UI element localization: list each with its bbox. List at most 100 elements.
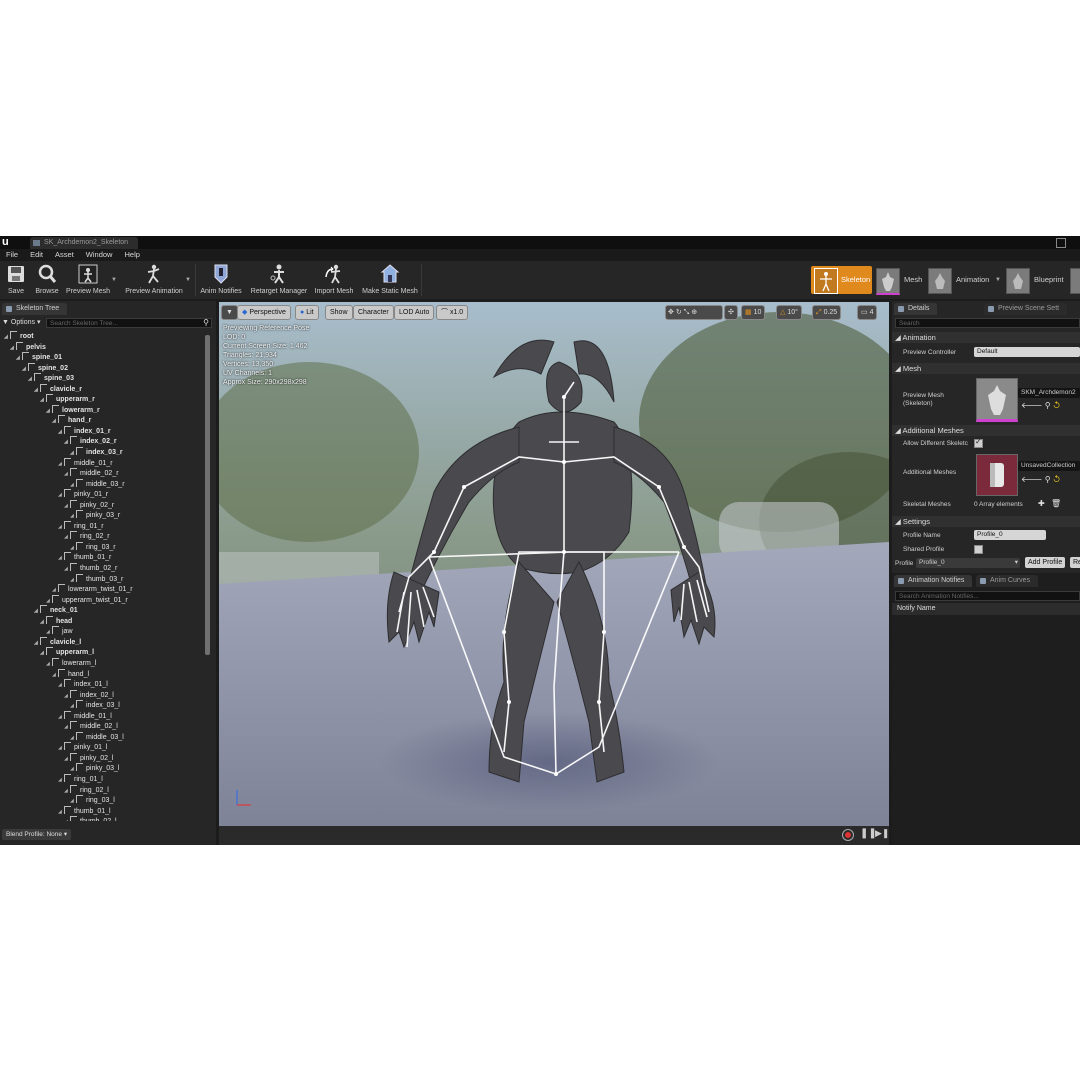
- tree-bone-row[interactable]: ◢ head: [0, 615, 204, 627]
- world-space-icon[interactable]: ⊕: [691, 309, 697, 316]
- preview-animation-dropdown-icon[interactable]: ▼: [185, 277, 191, 283]
- use-selected-arrow-icon[interactable]: 🡐: [1021, 401, 1042, 410]
- tree-bone-row[interactable]: ◢ thumb_01_r: [0, 552, 204, 563]
- make-static-mesh-button[interactable]: Make Static Mesh: [360, 261, 420, 299]
- anim-notifies-button[interactable]: Anim Notifies: [199, 261, 243, 299]
- tree-bone-row[interactable]: ◢ ring_02_r: [0, 531, 204, 542]
- viewport[interactable]: ▼ ◆ Perspective ● Lit Show Character LOD…: [219, 302, 889, 826]
- mode-blueprint-button[interactable]: Blueprint: [1004, 266, 1080, 294]
- tree-bone-row[interactable]: ◢ thumb_01_l: [0, 805, 204, 817]
- playback-speed-button[interactable]: ⌒ x1.0: [436, 305, 469, 320]
- tree-bone-row[interactable]: ◢ index_03_r: [0, 447, 204, 458]
- tree-bone-row[interactable]: ◢ index_03_l: [0, 700, 204, 711]
- surface-snap-button[interactable]: ✣: [724, 305, 738, 320]
- character-button[interactable]: Character: [353, 305, 394, 320]
- tab-skeleton-tree[interactable]: Skeleton Tree: [2, 303, 68, 315]
- section-settings[interactable]: ◢ Settings: [892, 516, 1080, 527]
- allow-different-skeletons-checkbox[interactable]: ✓: [974, 437, 983, 448]
- use-selected-arrow-icon[interactable]: 🡐: [1021, 475, 1042, 484]
- additional-meshes-thumbnail[interactable]: [976, 454, 1018, 496]
- menu-window[interactable]: Window: [80, 249, 119, 261]
- tree-bone-row[interactable]: ◢ upperarm_twist_01_r: [0, 594, 204, 606]
- section-mesh[interactable]: ◢ Mesh: [892, 363, 1080, 374]
- tree-bone-row[interactable]: ◢ pinky_02_l: [0, 752, 204, 764]
- tree-bone-row[interactable]: ◢ neck_01: [0, 605, 204, 616]
- menu-file[interactable]: File: [0, 249, 24, 261]
- tree-bone-row[interactable]: ◢ index_02_r: [0, 436, 204, 447]
- options-dropdown[interactable]: ▼ Options ▾: [2, 317, 40, 328]
- mode-skeleton-button[interactable]: Skeleton: [811, 266, 872, 294]
- preview-animation-button[interactable]: Preview Animation: [122, 261, 186, 299]
- reset-icon[interactable]: ↺: [1053, 401, 1061, 410]
- step-forward-button[interactable]: ▶❚: [875, 828, 889, 839]
- record-button[interactable]: [842, 829, 854, 841]
- skeleton-search-input[interactable]: Search Skeleton Tree... ⚲: [46, 318, 212, 328]
- camera-speed-button[interactable]: ▭ 4: [857, 305, 878, 320]
- reset-icon[interactable]: ↺: [1053, 475, 1061, 484]
- lit-button[interactable]: ● Lit: [295, 305, 319, 320]
- tree-bone-row[interactable]: ◢ index_01_r: [0, 425, 204, 437]
- preview-mesh-button[interactable]: Preview Mesh: [64, 261, 112, 299]
- section-animation[interactable]: ◢ Animation: [892, 332, 1080, 343]
- tree-bone-row[interactable]: ◢thumb_02_l: [0, 816, 204, 821]
- profile-dropdown[interactable]: Profile_0 ▾: [916, 558, 1020, 568]
- add-element-icon[interactable]: ✚: [1038, 499, 1045, 508]
- menu-asset[interactable]: Asset: [49, 249, 80, 261]
- tree-bone-row[interactable]: ◢ lowerarm_twist_01_r: [0, 584, 204, 595]
- tree-bone-row[interactable]: ◢ thumb_03_r: [0, 573, 204, 585]
- profile-name-input[interactable]: Profile_0: [974, 530, 1046, 540]
- tree-bone-row[interactable]: ◢ middle_03_r: [0, 478, 204, 490]
- tree-bone-row[interactable]: ◢ pinky_02_r: [0, 499, 204, 511]
- additional-meshes-picker[interactable]: UnsavedCollection: [1018, 461, 1080, 471]
- tree-bone-row[interactable]: ◢ pinky_03_r: [0, 510, 204, 521]
- tab-preview-scene-settings[interactable]: Preview Scene Sett: [984, 303, 1068, 315]
- tree-bone-row[interactable]: ◢ ring_03_l: [0, 795, 204, 806]
- tree-bone-row[interactable]: ◢ middle_02_r: [0, 468, 204, 479]
- show-button[interactable]: Show: [325, 305, 353, 320]
- preview-mesh-thumbnail[interactable]: [976, 378, 1018, 422]
- tree-bone-row[interactable]: ◢ middle_03_l: [0, 731, 204, 743]
- tree-bone-row[interactable]: ◢ upperarm_r: [0, 394, 204, 405]
- notify-name-header[interactable]: Notify Name: [892, 603, 1080, 615]
- scale-icon[interactable]: ⤡: [684, 309, 690, 316]
- menu-help[interactable]: Help: [118, 249, 145, 261]
- tree-bone-row[interactable]: ◢ ring_01_r: [0, 520, 204, 532]
- tree-bone-row[interactable]: ◢ spine_01: [0, 352, 204, 363]
- tree-bone-row[interactable]: ◢ thumb_02_r: [0, 563, 204, 574]
- tree-bone-row[interactable]: ◢ index_01_l: [0, 679, 204, 690]
- section-additional-meshes[interactable]: ◢ Additional Meshes: [892, 425, 1080, 436]
- mode-animation-button[interactable]: Animation ▼: [926, 266, 1002, 294]
- tree-bone-row[interactable]: ◢ spine_02: [0, 362, 204, 374]
- restore-window-icon[interactable]: [1056, 238, 1066, 248]
- tree-bone-row[interactable]: ◢ lowerarm_r: [0, 404, 204, 416]
- search-icon[interactable]: ⚲: [203, 318, 209, 328]
- scale-snap-button[interactable]: ⤢ 0.25: [812, 305, 842, 320]
- tree-bone-row[interactable]: ◢ upperarm_l: [0, 647, 204, 658]
- preview-controller-dropdown[interactable]: Default: [974, 347, 1080, 357]
- tree-bone-row[interactable]: ◢ index_02_l: [0, 689, 204, 701]
- tab-details[interactable]: Details: [894, 303, 938, 315]
- preview-mesh-dropdown-icon[interactable]: ▼: [111, 277, 117, 283]
- tree-bone-row[interactable]: ◢ spine_03: [0, 373, 204, 384]
- tree-bone-row[interactable]: ◢ jaw: [0, 626, 204, 637]
- browse-search-icon[interactable]: ⚲: [1045, 475, 1051, 484]
- tree-bone-row[interactable]: ◢ root: [0, 331, 204, 342]
- shared-profile-checkbox[interactable]: [974, 545, 983, 554]
- remove-profile-button[interactable]: Re: [1070, 557, 1080, 568]
- browse-button[interactable]: Browse: [33, 261, 61, 299]
- tree-bone-row[interactable]: ◢ clavicle_l: [0, 636, 204, 648]
- perspective-button[interactable]: ◆ Perspective: [237, 305, 291, 320]
- tree-bone-row[interactable]: ◢ clavicle_r: [0, 383, 204, 395]
- grid-snap-button[interactable]: ▦ 10: [741, 305, 766, 320]
- blend-profile-dropdown[interactable]: Blend Profile: None ▾: [2, 829, 72, 840]
- delete-elements-icon[interactable]: 🗑: [1051, 499, 1061, 508]
- tree-bone-row[interactable]: ◢ ring_02_l: [0, 784, 204, 796]
- tab-anim-curves[interactable]: Anim Curves: [976, 575, 1039, 587]
- transform-tools[interactable]: ✥ ↻ ⤡ ⊕: [665, 305, 723, 320]
- add-profile-button[interactable]: Add Profile: [1025, 557, 1066, 568]
- document-tab[interactable]: SK_Archdemon2_Skeleton: [30, 237, 139, 249]
- preview-mesh-picker[interactable]: SKM_Archdemon2: [1018, 388, 1080, 398]
- translate-icon[interactable]: ✥: [668, 309, 674, 316]
- tree-bone-row[interactable]: ◢ middle_01_r: [0, 457, 204, 469]
- rotate-icon[interactable]: ↻: [676, 309, 682, 316]
